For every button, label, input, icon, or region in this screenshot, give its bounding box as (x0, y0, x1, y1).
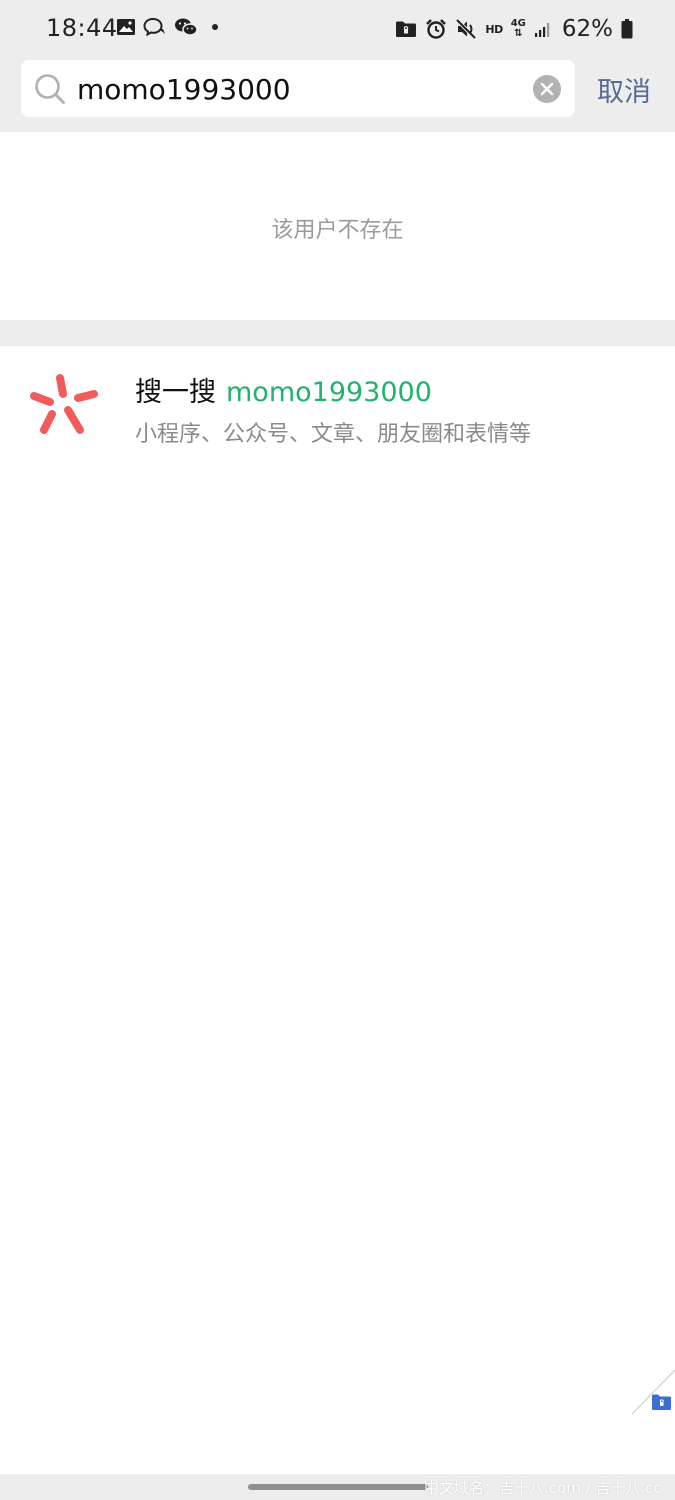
status-time: 18:44 (46, 14, 118, 42)
secure-folder-shortcut-icon[interactable] (630, 1368, 675, 1416)
clear-search-button[interactable] (533, 75, 561, 103)
sousou-logo-icon (30, 374, 98, 434)
search-input[interactable] (77, 66, 517, 112)
search-header: 取消 (0, 58, 675, 132)
sousou-title: 搜一搜 momo1993000 (135, 370, 432, 409)
sousou-label: 搜一搜 (135, 377, 216, 408)
sousou-keyword: momo1993000 (226, 377, 432, 408)
secure-folder-icon (396, 21, 417, 37)
battery-percentage: 62% (561, 16, 613, 42)
search-box[interactable] (21, 60, 575, 117)
navigation-bar: 中文域名：吉十八.com / 吉十八.cc (0, 1474, 675, 1500)
gallery-icon (117, 19, 135, 35)
more-dot-icon (212, 24, 218, 30)
signal-icon (534, 23, 550, 37)
clear-icon (540, 82, 554, 96)
notification-icons (116, 17, 221, 37)
watermark-text: 中文域名：吉十八.com / 吉十八.cc (424, 1479, 662, 1497)
home-indicator[interactable] (248, 1484, 428, 1490)
hd-voice-indicator: HD (485, 22, 503, 36)
status-bar: 18:44 HD 4G ⇅ 62% (0, 0, 675, 58)
battery-icon (621, 19, 633, 39)
mute-icon (455, 18, 477, 40)
search-result-section: 该用户不存在 (0, 132, 675, 320)
cancel-button[interactable]: 取消 (597, 70, 651, 109)
alarm-icon (426, 19, 447, 39)
chat-bubble-icon (143, 17, 165, 37)
sousou-search-row[interactable]: 搜一搜 momo1993000 小程序、公众号、文章、朋友圈和表情等 (0, 346, 675, 464)
system-icons: HD 4G ⇅ 62% (395, 16, 633, 42)
wechat-icon (175, 18, 198, 36)
sousou-subtitle: 小程序、公众号、文章、朋友圈和表情等 (135, 422, 532, 447)
section-divider (0, 320, 675, 346)
search-icon (35, 74, 65, 104)
no-user-message: 该用户不存在 (271, 218, 404, 243)
network-type-indicator: 4G ⇅ (510, 18, 526, 39)
